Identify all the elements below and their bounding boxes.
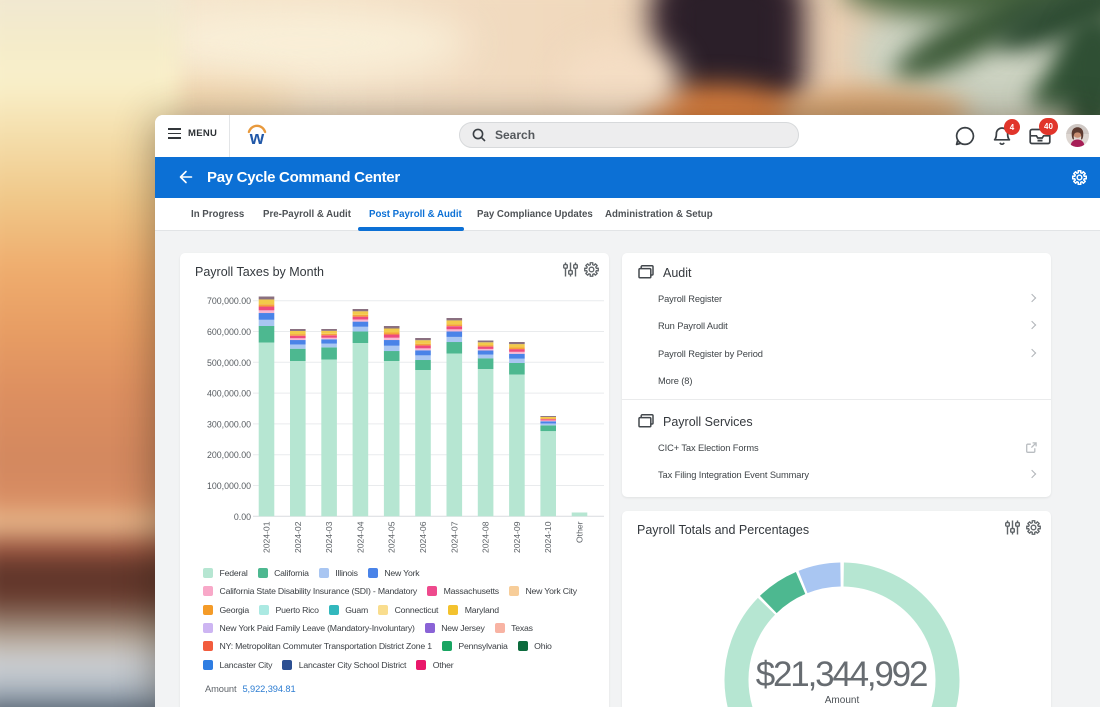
svg-text:0.00: 0.00: [234, 512, 251, 522]
svg-text:2024-04: 2024-04: [355, 521, 365, 553]
svg-text:200,000.00: 200,000.00: [207, 450, 251, 460]
svg-text:2024-02: 2024-02: [293, 521, 303, 553]
svg-text:2024-10: 2024-10: [543, 521, 553, 553]
svg-text:Other: Other: [575, 521, 585, 543]
svg-text:2024-07: 2024-07: [449, 521, 459, 553]
svg-text:300,000.00: 300,000.00: [207, 419, 251, 429]
svg-text:w: w: [249, 127, 265, 148]
svg-text:2024-01: 2024-01: [262, 521, 272, 553]
svg-text:2024-03: 2024-03: [324, 521, 334, 553]
svg-text:500,000.00: 500,000.00: [207, 358, 251, 368]
svg-text:2024-06: 2024-06: [418, 521, 428, 553]
svg-text:400,000.00: 400,000.00: [207, 389, 251, 399]
svg-text:100,000.00: 100,000.00: [207, 481, 251, 491]
svg-text:600,000.00: 600,000.00: [207, 327, 251, 337]
svg-text:2024-09: 2024-09: [512, 521, 522, 553]
svg-text:2024-05: 2024-05: [387, 521, 397, 553]
svg-text:700,000.00: 700,000.00: [207, 296, 251, 306]
svg-text:2024-08: 2024-08: [481, 521, 491, 553]
